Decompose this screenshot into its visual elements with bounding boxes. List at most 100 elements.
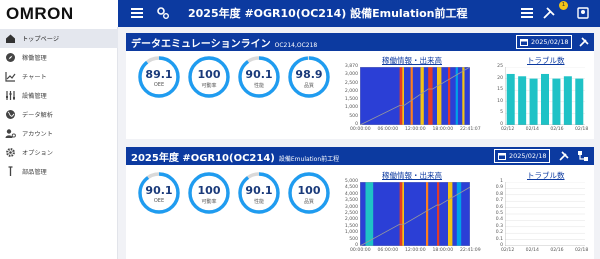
- y-tick-label: 1,500: [344, 97, 358, 103]
- y-tick-label: 1: [500, 179, 503, 184]
- x-tick-label: 18:00:00: [432, 248, 454, 253]
- tools-icon[interactable]: [558, 150, 570, 162]
- brand-area: OMRON: [0, 0, 118, 27]
- y-tick-label: 25: [497, 64, 503, 69]
- y-tick-label: 15: [497, 87, 503, 93]
- user-menu-icon[interactable]: [576, 6, 590, 20]
- calendar-icon: [498, 153, 506, 160]
- app-root: OMRON 2025年度 #OGR10(OC214) 設備Emulation前工…: [0, 0, 600, 259]
- status-segment: [437, 67, 442, 125]
- y-tick-label: 1,000: [344, 230, 358, 236]
- status-segment: [456, 182, 462, 246]
- kpi-gauge: 90.1 OEE: [137, 171, 181, 215]
- omron-logo: OMRON: [6, 4, 74, 23]
- x-tick-label: 22:41:07: [460, 127, 481, 132]
- gears-icon[interactable]: [156, 6, 170, 20]
- date-picker[interactable]: 2025/02/18: [494, 149, 551, 163]
- kpi-gauge: 90.1 性能: [237, 55, 281, 99]
- tools-icon[interactable]: [542, 6, 556, 20]
- gauge-value: 100: [297, 184, 321, 197]
- gauge-label: 品質: [303, 199, 314, 205]
- sidebar-item-equipment[interactable]: 設備管理: [0, 86, 118, 105]
- sidebar-item-options[interactable]: オプション: [0, 143, 118, 162]
- menu-icon[interactable]: [130, 6, 144, 20]
- x-tick-label: 12:00:00: [405, 127, 426, 132]
- x-tick-label: 02/14: [525, 127, 539, 132]
- gear-icon: [6, 148, 15, 157]
- y-tick-label: 0.3: [495, 223, 503, 229]
- status-segment: [404, 67, 411, 125]
- trouble-chart-title: トラブル数: [527, 56, 565, 65]
- sidebar: トップページ 稼働管理 チャート 設備管理 データ解析 アカウント オプション: [0, 27, 118, 259]
- kpi-gauge: 98.9 品質: [287, 55, 331, 99]
- panel-title: データエミュレーションライン: [131, 39, 271, 50]
- trouble-bar: [552, 78, 561, 125]
- sidebar-item-label: トップページ: [22, 36, 60, 43]
- trouble-bar: [563, 76, 572, 125]
- x-tick-label: 00:00:00: [350, 248, 371, 253]
- line-panel: データエミュレーションライン OC214,OC218 2025/02/18 89.…: [126, 33, 594, 139]
- x-tick-label: 12:00:00: [405, 248, 426, 253]
- trouble-bar: [518, 76, 527, 125]
- status-segment: [428, 67, 433, 125]
- top-bar: OMRON 2025年度 #OGR10(OC214) 設備Emulation前工…: [0, 0, 600, 27]
- status-segment: [360, 67, 400, 125]
- y-tick-label: 0.4: [495, 217, 503, 223]
- gauge-value: 100: [197, 184, 221, 197]
- sidebar-item-data-analysis[interactable]: データ解析: [0, 105, 118, 124]
- kpi-gauge: 90.1 性能: [237, 171, 281, 215]
- pin-icon: [8, 166, 13, 176]
- sliders-icon: [6, 91, 15, 100]
- globe-icon: [6, 110, 15, 119]
- network-icon[interactable]: [577, 150, 589, 162]
- operation-chart-title: 稼働情報・出来高: [382, 56, 442, 65]
- notification-badge: 1: [559, 1, 568, 10]
- sidebar-item-chart[interactable]: チャート: [0, 67, 118, 86]
- kpi-gauge: 100 可動率: [187, 55, 231, 99]
- compass-icon: [6, 53, 15, 62]
- y-tick-label: 2,000: [344, 88, 358, 94]
- x-tick-label: 00:00:00: [350, 127, 371, 132]
- x-tick-label: 02/12: [501, 127, 515, 132]
- page-title: 2025年度 #OGR10(OC214) 設備Emulation前工程: [188, 7, 468, 20]
- y-tick-label: 4,000: [344, 191, 358, 197]
- date-value: 2025/02/18: [531, 38, 569, 46]
- gauge-value: 98.9: [295, 68, 323, 81]
- y-tick-label: 500: [349, 113, 358, 119]
- panel-subtitle: 設備Emulation前工程: [278, 156, 340, 163]
- list-view-icon[interactable]: [520, 6, 534, 20]
- status-segment: [423, 67, 429, 125]
- status-segment: [412, 67, 421, 125]
- status-segment: [457, 67, 463, 125]
- date-picker[interactable]: 2025/02/18: [516, 35, 573, 49]
- y-tick-label: 20: [497, 75, 503, 81]
- panel-title: 2025年度 #OGR10(OC214): [131, 153, 275, 164]
- y-tick-label: 5,000: [344, 179, 358, 184]
- y-tick-label: 500: [349, 236, 358, 242]
- operation-chart: [360, 67, 470, 125]
- panel-subtitle: OC214,OC218: [274, 42, 318, 49]
- sidebar-item-account[interactable]: アカウント: [0, 124, 118, 143]
- sidebar-item-top-page[interactable]: トップページ: [0, 29, 118, 48]
- chart-icon: [5, 72, 16, 82]
- trouble-bar: [541, 73, 549, 125]
- tools-icon[interactable]: [578, 36, 590, 48]
- sidebar-item-parts[interactable]: 部品管理: [0, 162, 118, 181]
- operation-chart: [360, 182, 470, 246]
- sidebar-item-operation[interactable]: 稼働管理: [0, 48, 118, 67]
- trouble-bar: [529, 78, 538, 125]
- x-tick-label: 02/16: [550, 127, 564, 132]
- status-segment: [448, 182, 453, 246]
- sidebar-item-label: アカウント: [22, 131, 53, 138]
- kpi-gauge: 100 可動率: [187, 171, 231, 215]
- y-tick-label: 0.8: [495, 191, 503, 197]
- x-tick-label: 18:00:00: [432, 127, 454, 132]
- x-tick-label: 02/18: [575, 248, 589, 253]
- status-segment: [432, 67, 438, 125]
- sidebar-item-label: データ解析: [22, 112, 53, 119]
- y-tick-label: 0.7: [495, 198, 503, 204]
- status-segment: [439, 182, 449, 246]
- status-segment: [365, 182, 374, 246]
- trouble-chart: [505, 67, 585, 125]
- status-segment: [360, 182, 366, 246]
